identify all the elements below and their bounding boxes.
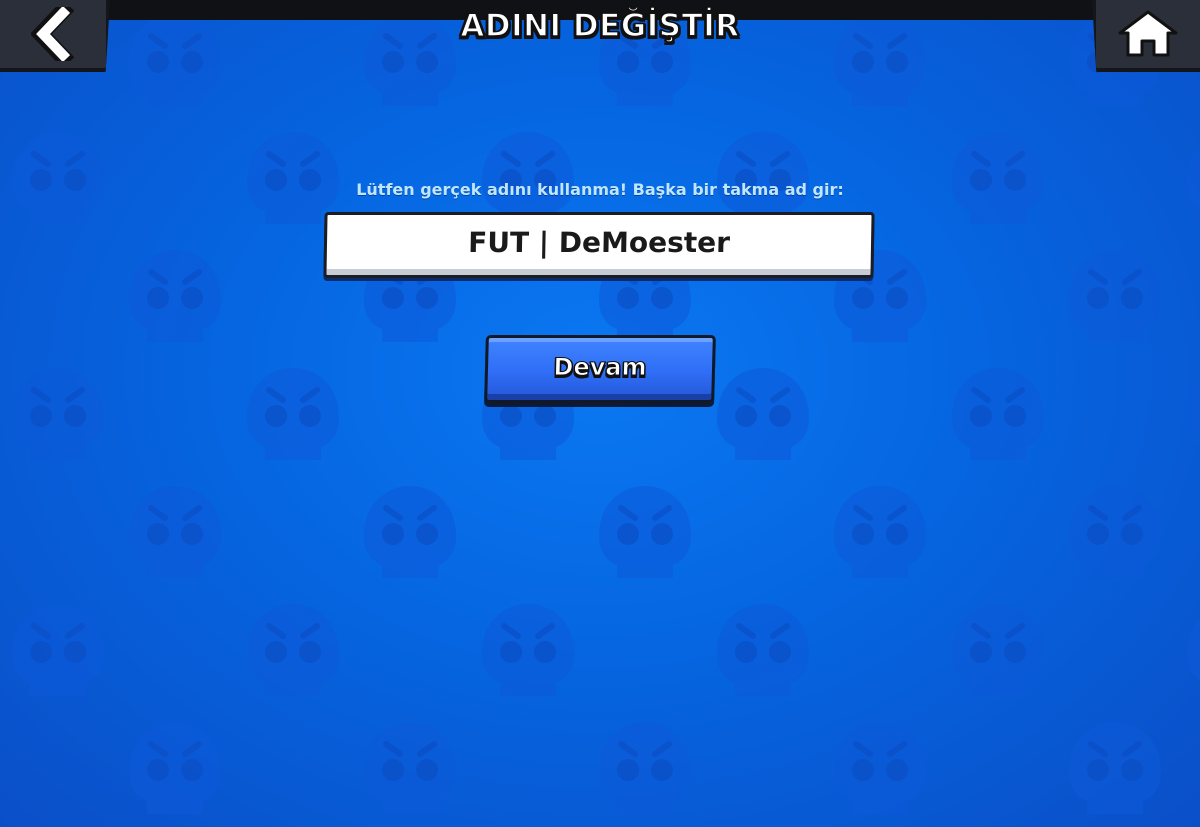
skull-icon [247,132,339,224]
skull-icon [952,132,1044,224]
skull-icon [12,368,104,460]
skull-icon [12,604,104,696]
nickname-instruction: Lütfen gerçek adını kullanma! Başka bir … [356,180,844,199]
skull-icon [247,368,339,460]
continue-button[interactable]: Devam [484,335,716,403]
skull-icon [1187,368,1200,460]
skull-pattern-background [0,0,1200,827]
nickname-input[interactable] [326,225,872,259]
nickname-field-frame[interactable] [323,212,875,278]
skull-icon [12,132,104,224]
skull-icon [1069,722,1161,814]
skull-icon [834,486,926,578]
skull-icon [952,368,1044,460]
skull-icon [1187,604,1200,696]
skull-icon [717,132,809,224]
skull-icon [247,604,339,696]
skull-icon [129,486,221,578]
skull-icon [834,722,926,814]
skull-icon [717,604,809,696]
skull-icon [952,604,1044,696]
skull-icon [1069,250,1161,342]
skull-icon [482,132,574,224]
skull-icon [129,722,221,814]
continue-button-label: Devam [553,353,648,382]
skull-icon [129,250,221,342]
page-title: ADINI DEĞİŞTİR [460,7,740,45]
skull-icon [364,722,456,814]
skull-icon [1069,486,1161,578]
skull-icon [1187,132,1200,224]
skull-icon [717,368,809,460]
skull-icon [599,722,691,814]
skull-icon [482,604,574,696]
skull-icon [599,486,691,578]
skull-icon [364,486,456,578]
